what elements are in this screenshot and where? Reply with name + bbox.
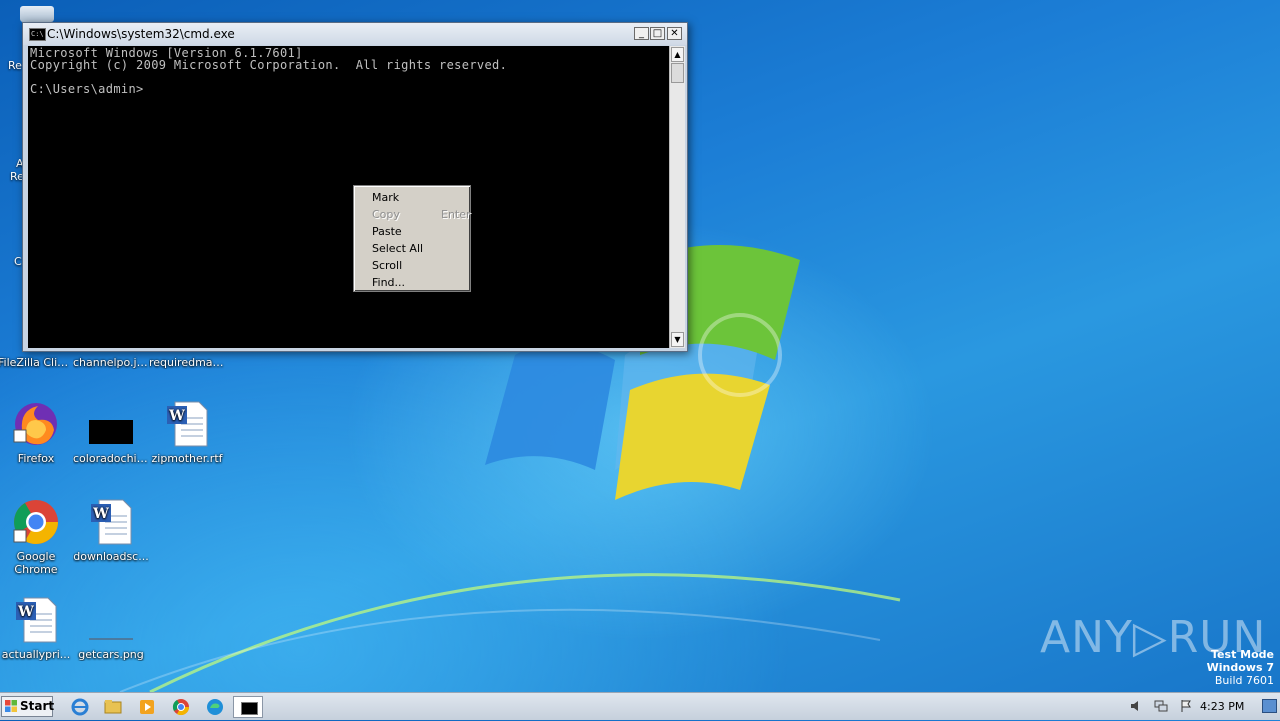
menu-item-shortcut: Enter: [441, 208, 471, 221]
desktop-icon-chrome[interactable]: Google Chrome: [0, 498, 74, 576]
desktop-icon-label: getcars.png: [78, 648, 144, 661]
recycle-bin-icon[interactable]: [20, 6, 54, 22]
desktop-partial-label: Re: [8, 59, 22, 72]
chrome-icon: [12, 498, 60, 546]
image-icon: [87, 596, 135, 644]
menu-item-paste[interactable]: Paste: [372, 225, 402, 238]
menu-item-label: Select All: [372, 242, 424, 255]
media-player-icon[interactable]: [134, 696, 160, 718]
test-mode-notice: Test Mode Windows 7 Build 7601: [1207, 648, 1274, 687]
menu-item-label: Mark: [372, 191, 400, 204]
start-label: Start: [20, 699, 55, 713]
minimize-button[interactable]: _: [634, 27, 649, 40]
menu-item-label: Scroll: [372, 259, 403, 272]
file-explorer-icon[interactable]: [100, 696, 126, 718]
start-button[interactable]: Start: [1, 696, 55, 717]
word-doc-icon: W: [87, 498, 135, 546]
test-mode-label: Test Mode: [1211, 648, 1274, 661]
menu-item-label: Copy: [372, 208, 400, 221]
desktop-icon-actuallypri[interactable]: W actuallypri...: [0, 596, 74, 661]
vertical-scrollbar[interactable]: ▲ ▼: [669, 46, 685, 348]
cmd-icon: C:\: [29, 28, 46, 41]
network-icon[interactable]: [1154, 699, 1168, 713]
svg-text:W: W: [92, 506, 109, 522]
show-desktop-button[interactable]: [1262, 699, 1277, 713]
close-button[interactable]: ✕: [667, 27, 682, 40]
chrome-icon[interactable]: [168, 696, 194, 718]
build-label: Build 7601: [1214, 674, 1274, 687]
desktop-icon-coloradochil[interactable]: coloradochil...: [73, 400, 149, 465]
console-output[interactable]: Microsoft Windows [Version 6.1.7601] Cop…: [28, 46, 669, 348]
speaker-icon[interactable]: [1129, 699, 1143, 713]
desktop-icon-label: zipmother.rtf: [151, 452, 223, 465]
desktop-icon-downloadsc[interactable]: W downloadsc...: [73, 498, 149, 563]
menu-item-label: Paste: [372, 225, 402, 238]
image-icon: [87, 400, 135, 448]
desktop-icon-label: downloadsc...: [73, 550, 149, 563]
cmd-taskbar-button[interactable]: [233, 696, 263, 718]
svg-text:W: W: [168, 408, 185, 424]
window-title: C:\Windows\system32\cmd.exe: [47, 27, 235, 41]
desktop-icon-label: FileZilla Client: [0, 356, 74, 369]
desktop-icon-label: coloradochil...: [73, 452, 149, 465]
menu-item-mark[interactable]: Mark: [372, 191, 399, 204]
desktop-icon-label: Firefox: [17, 452, 55, 465]
windows-flag-icon: [5, 700, 17, 712]
edge-icon[interactable]: [202, 696, 228, 718]
action-center-flag-icon[interactable]: [1179, 699, 1193, 713]
desktop-icon-firefox[interactable]: Firefox: [0, 400, 74, 465]
firefox-icon: [12, 400, 60, 448]
maximize-button[interactable]: □: [650, 27, 665, 40]
scroll-up-arrow-icon[interactable]: ▲: [671, 47, 684, 62]
clock[interactable]: 4:23 PM: [1200, 700, 1244, 713]
menu-item-copy[interactable]: Copy Enter: [372, 208, 471, 221]
desktop-icon-zipmother[interactable]: W zipmother.rtf: [149, 400, 225, 465]
taskbar: Start 4:23 PM: [0, 692, 1280, 720]
svg-text:W: W: [17, 604, 34, 620]
desktop-icon-label: requiredmar...: [149, 356, 225, 369]
word-doc-icon: W: [12, 596, 60, 644]
menu-item-select-all[interactable]: Select All: [372, 242, 423, 255]
scroll-thumb[interactable]: [671, 63, 684, 83]
desktop-icon-label: Google Chrome: [14, 550, 58, 576]
console-prompt: C:\Users\admin>: [30, 82, 144, 96]
menu-item-label: Find...: [372, 276, 406, 289]
cmd-titlebar[interactable]: C:\ C:\Windows\system32\cmd.exe _ □ ✕: [23, 23, 687, 45]
desktop-icon-label: actuallypri...: [1, 648, 71, 661]
internet-explorer-icon[interactable]: [67, 696, 93, 718]
word-doc-icon: W: [163, 400, 211, 448]
desktop-icon-getcars[interactable]: getcars.png: [73, 596, 149, 661]
desktop-partial-label: C: [14, 255, 22, 268]
menu-item-scroll[interactable]: Scroll: [372, 259, 402, 272]
desktop-icon-label: channelpo.jpg: [73, 356, 149, 369]
context-menu: Mark Copy Enter Paste Select All Scroll F…: [353, 185, 471, 292]
console-line: Copyright (c) 2009 Microsoft Corporation…: [30, 58, 508, 72]
cmd-icon: [241, 702, 258, 715]
menu-item-find[interactable]: Find...: [372, 276, 405, 289]
scroll-down-arrow-icon[interactable]: ▼: [671, 332, 684, 347]
os-label: Windows 7: [1206, 661, 1274, 674]
